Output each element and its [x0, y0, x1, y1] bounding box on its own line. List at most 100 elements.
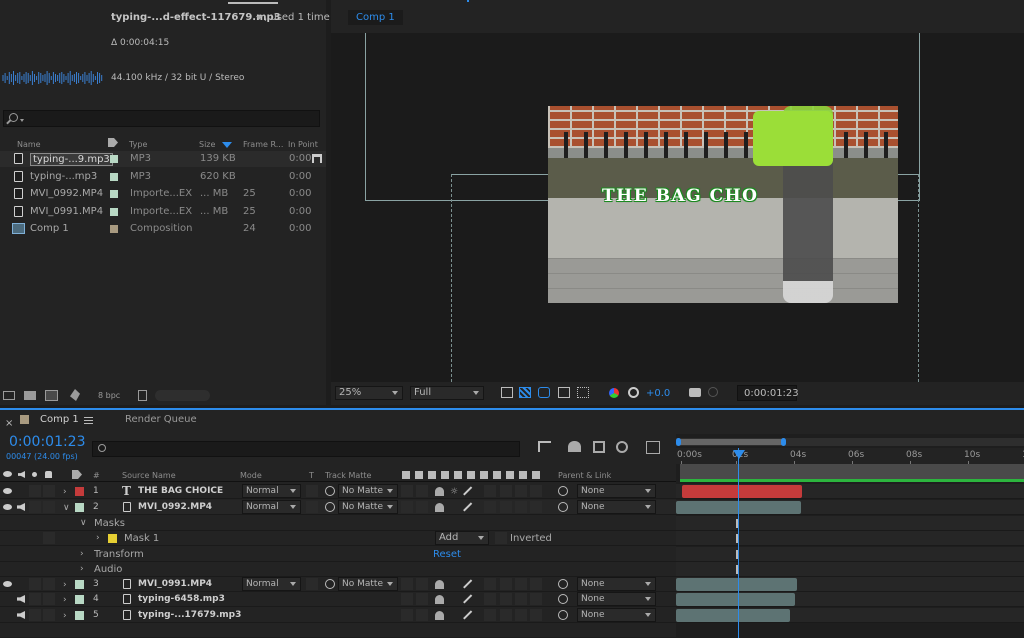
switch-box[interactable]	[416, 485, 428, 497]
switch-box[interactable]	[401, 501, 413, 513]
switch-box[interactable]	[484, 485, 496, 497]
frame-blending-icon[interactable]	[593, 441, 605, 453]
render-queue-tab[interactable]: Render Queue	[125, 414, 197, 425]
exposure-value[interactable]: +0.0	[646, 388, 670, 399]
motion-blur-icon[interactable]	[616, 441, 628, 453]
shy-layers-icon[interactable]	[568, 441, 581, 452]
video-eye-icon[interactable]	[3, 504, 12, 510]
quality-switch-icon[interactable]	[463, 502, 472, 512]
switch-box[interactable]	[401, 485, 413, 497]
project-item[interactable]: Comp 1 Composition 24 0:00	[0, 221, 326, 237]
switch-box[interactable]	[530, 485, 542, 497]
lock-switch[interactable]	[43, 485, 55, 497]
preserve-transparency-switch[interactable]	[306, 501, 318, 513]
col-in-point[interactable]: In Point	[288, 140, 318, 149]
parent-dropdown[interactable]: None	[577, 500, 656, 514]
new-folder-icon[interactable]	[24, 391, 36, 400]
label-swatch[interactable]	[110, 207, 118, 216]
lock-switch[interactable]	[43, 578, 55, 590]
col-size[interactable]: Size	[199, 140, 215, 149]
switch-box[interactable]	[530, 609, 542, 621]
lock-switch[interactable]	[43, 501, 55, 513]
switch-box[interactable]	[500, 485, 512, 497]
switch-box[interactable]	[484, 501, 496, 513]
video-eye-icon[interactable]	[3, 581, 12, 587]
layer-clip-bar[interactable]	[676, 609, 790, 622]
switch-box[interactable]	[500, 609, 512, 621]
solo-switch[interactable]	[29, 609, 41, 621]
parent-pickwhip-icon[interactable]	[558, 502, 568, 512]
switch-box[interactable]	[484, 593, 496, 605]
resolution-dropdown[interactable]: Full	[410, 386, 484, 400]
layer-clip-bar[interactable]	[682, 485, 802, 498]
new-composition-icon[interactable]	[45, 390, 58, 401]
track-matte-dropdown[interactable]: No Matte	[338, 577, 398, 591]
audio-speaker-icon[interactable]	[17, 595, 25, 603]
layer-row[interactable]: ∨ 2 MVI_0992.MP4 Normal No Matte None	[0, 500, 676, 515]
switch-box[interactable]	[416, 609, 428, 621]
work-area-range[interactable]	[678, 439, 784, 445]
col-name[interactable]: Name	[17, 140, 41, 149]
track-matte-pickwhip-icon[interactable]	[325, 502, 335, 512]
parent-pickwhip-icon[interactable]	[558, 486, 568, 496]
shy-layer-icon[interactable]	[435, 611, 444, 620]
solo-switch[interactable]	[29, 485, 41, 497]
layer-label-swatch[interactable]	[75, 487, 84, 496]
col-track-matte[interactable]: Track Matte	[325, 471, 371, 480]
trash-icon[interactable]	[138, 390, 147, 401]
solo-switch[interactable]	[29, 593, 41, 605]
solo-dot-icon[interactable]	[32, 472, 37, 477]
viewer-timecode[interactable]: 0:00:01:23	[737, 385, 799, 401]
switch-box[interactable]	[515, 593, 527, 605]
audio-speaker-icon[interactable]	[18, 471, 25, 478]
chevron-down-icon[interactable]	[256, 16, 262, 20]
project-item[interactable]: MVI_0992.MP4 Importe...EX ... MB 25 0:00	[0, 186, 326, 202]
col-type[interactable]: Type	[129, 140, 147, 149]
preserve-transparency-switch[interactable]	[306, 578, 318, 590]
chevron-right-icon[interactable]: ›	[63, 487, 67, 497]
grid-guides-icon[interactable]	[577, 387, 589, 398]
layer-row[interactable]: › 4 typing-6458.mp3 None	[0, 592, 676, 607]
layer-row[interactable]: › 5 typing-...17679.mp3 None	[0, 608, 676, 623]
layer-clip-bar[interactable]	[676, 593, 795, 606]
inverted-checkbox[interactable]	[495, 532, 507, 544]
video-eye-icon[interactable]	[3, 471, 12, 477]
mask-color-swatch[interactable]	[108, 534, 117, 543]
switch-box[interactable]	[484, 609, 496, 621]
chevron-down-icon[interactable]: ∨	[63, 503, 70, 513]
switch-box[interactable]	[515, 578, 527, 590]
label-tag-icon[interactable]	[108, 138, 118, 147]
mask-1[interactable]: › Mask 1 Add Inverted	[0, 531, 676, 546]
layer-label-swatch[interactable]	[75, 595, 84, 604]
bit-depth-button[interactable]: 8 bpc	[98, 391, 120, 400]
switch-box[interactable]	[530, 593, 542, 605]
layer-row[interactable]: › 1 T THE BAG CHOICE Normal No Matte ☼ None	[0, 484, 676, 499]
work-area-end-handle[interactable]	[781, 438, 786, 446]
switch-box[interactable]	[401, 593, 413, 605]
reset-transform-link[interactable]: Reset	[433, 549, 461, 560]
switch-box[interactable]	[500, 501, 512, 513]
playhead-icon[interactable]	[733, 450, 745, 459]
col-source-name[interactable]: Source Name	[122, 471, 176, 480]
project-search-input[interactable]	[3, 110, 320, 127]
layer-label-swatch[interactable]	[75, 580, 84, 589]
switch-box[interactable]	[500, 578, 512, 590]
magnification-dropdown[interactable]: 25%	[335, 386, 403, 400]
col-frame-rate[interactable]: Frame R...	[243, 140, 283, 149]
work-area-bar[interactable]	[676, 438, 1024, 446]
switch-box[interactable]	[484, 578, 496, 590]
interpret-footage-icon[interactable]	[3, 391, 15, 400]
layer-search-input[interactable]	[92, 441, 520, 457]
switch-box[interactable]	[515, 501, 527, 513]
parent-pickwhip-icon[interactable]	[558, 610, 568, 620]
solo-switch[interactable]	[29, 578, 41, 590]
layer-clip-bar[interactable]	[676, 578, 797, 591]
switch-box[interactable]	[401, 609, 413, 621]
switch-box[interactable]	[416, 501, 428, 513]
switch-box[interactable]	[416, 578, 428, 590]
layer-row[interactable]: › 3 MVI_0991.MP4 Normal No Matte None	[0, 577, 676, 592]
quality-switch-icon[interactable]	[463, 594, 472, 604]
exposure-reset-icon[interactable]	[628, 387, 639, 398]
preserve-transparency-switch[interactable]	[306, 485, 318, 497]
col-mode[interactable]: Mode	[240, 471, 262, 480]
